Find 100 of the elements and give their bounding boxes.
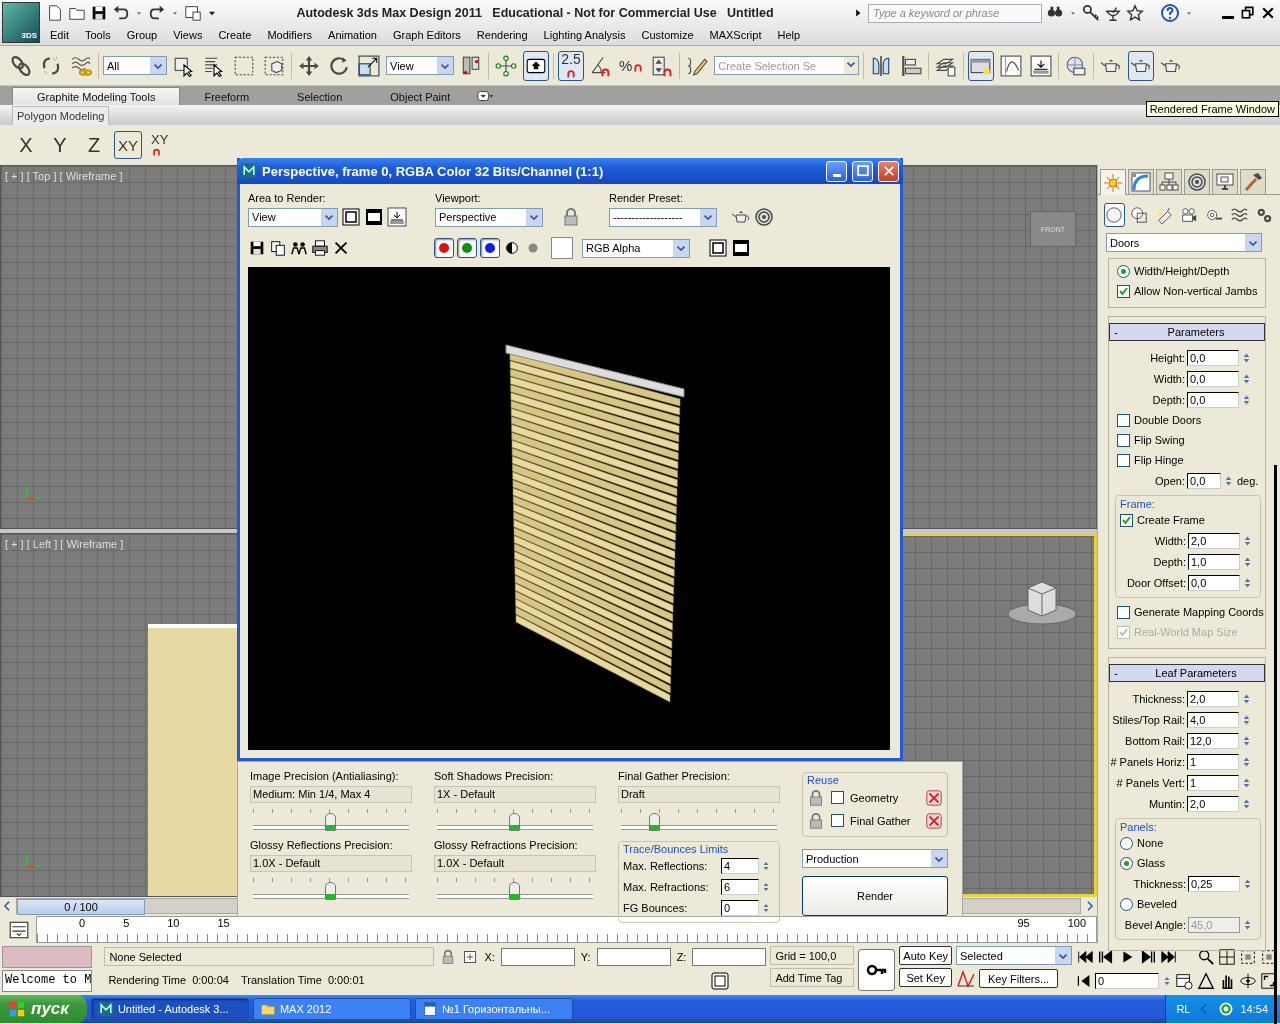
menu-item[interactable]: Customize — [633, 29, 702, 41]
menu-item[interactable]: Views — [165, 29, 211, 41]
number-field[interactable]: 0,0 — [1187, 349, 1239, 366]
search-field[interactable]: Type a keyword or phrase — [868, 3, 1042, 23]
task-label: Untitled - Autodesk 3... — [117, 1003, 229, 1015]
number-field[interactable]: 0,0 — [1187, 370, 1239, 387]
reference-coordinate-dropdown[interactable]: View — [386, 56, 454, 75]
percent-snap-toggle[interactable]: % — [618, 50, 646, 81]
number-field[interactable]: 2,0 — [1187, 795, 1239, 812]
number-field[interactable]: 0,0 — [1187, 391, 1239, 408]
axis-constraint-button[interactable]: Z — [80, 131, 108, 159]
taskbar-button[interactable]: MAX 2012 — [252, 998, 411, 1020]
object-type-dropdown[interactable]: Doors — [1106, 233, 1262, 252]
channel-display-dropdown[interactable]: RGB Alpha — [582, 238, 690, 258]
number-field[interactable]: 6 — [721, 878, 759, 895]
number-field[interactable]: 1,0 — [1188, 553, 1240, 570]
viewport-dropdown[interactable]: Perspective — [435, 207, 543, 227]
ribbon-panel-tab[interactable]: Polygon Modeling — [12, 106, 110, 125]
number-field[interactable]: 12,0 — [1187, 732, 1239, 749]
number-field[interactable]: 0,25 — [1188, 875, 1240, 892]
checkbox-label: Create Frame — [1137, 514, 1205, 526]
field-label: Muntin: — [1147, 797, 1185, 810]
slider-value: Draft — [618, 786, 780, 803]
number-field[interactable]: 1 — [1187, 753, 1239, 770]
ribbon-tab[interactable]: Graphite Modeling Tools — [12, 87, 181, 105]
ribbon-tab[interactable]: Object Paint — [366, 88, 475, 105]
field-label: Area to Render: — [248, 192, 327, 204]
number-field[interactable]: 1 — [1187, 774, 1239, 791]
selection-filter-dropdown[interactable]: All — [103, 56, 167, 75]
menu-item[interactable]: Animation — [320, 29, 385, 41]
coordinate-label: Y: — [580, 950, 591, 963]
frame-counter[interactable]: 0 / 100 — [17, 899, 145, 915]
axis-constraint-button[interactable]: X — [12, 131, 40, 159]
window-title: Autodesk 3ds Max Design 2011 Educational - Not for Commercial Use Untitled — [295, 6, 775, 20]
key-filters-button[interactable]: Key Filters... — [979, 969, 1059, 988]
menu-item[interactable]: Lighting Analysis — [535, 29, 634, 41]
menu-item[interactable]: Help — [769, 29, 809, 41]
auto-key-button[interactable]: Auto Key — [899, 946, 952, 965]
frame-number: 95 — [1017, 917, 1030, 929]
group-title: Panels: — [1119, 821, 1158, 833]
field-label: Open: — [1154, 474, 1185, 487]
menu-item[interactable]: Graph Editors — [384, 29, 469, 41]
area-dropdown[interactable]: View — [248, 207, 338, 227]
render-mode-dropdown[interactable]: Production — [802, 849, 948, 868]
rollout-header[interactable]: - Leaf Parameters — [1109, 664, 1265, 682]
radio-label: Beveled — [1137, 898, 1177, 910]
axis-constraint-button[interactable]: Y — [46, 131, 74, 159]
field-label: Thickness: — [1132, 877, 1186, 890]
checkbox-label: Final Gather — [850, 814, 912, 827]
menu-item[interactable]: Edit — [42, 29, 77, 41]
field-label: FG Bounces: — [623, 901, 689, 914]
menu-item[interactable]: MAXScript — [701, 29, 770, 41]
clock: 14:54 — [1240, 1003, 1268, 1015]
taskbar-button[interactable]: №1 Горизонтальны... — [414, 998, 573, 1020]
checkbox-label: Allow Non-vertical Jambs — [1134, 285, 1258, 297]
radio-label: None — [1137, 837, 1164, 849]
number-field[interactable]: 0,0 — [1188, 574, 1240, 591]
field-label: Depth: — [1151, 393, 1185, 406]
maxscript-output-field[interactable]: Welcome to M — [2, 970, 93, 992]
selection-status: None Selected — [104, 947, 435, 966]
ribbon-tab[interactable]: Freeform — [180, 88, 274, 105]
field-label: Height: — [1149, 351, 1185, 364]
frame-field[interactable]: 0 — [1095, 972, 1159, 989]
taskbar-button[interactable]: Untitled - Autodesk 3... — [90, 998, 249, 1020]
slider-label: Glossy Reflections Precision: — [250, 839, 394, 851]
slider-value: 1X - Default — [434, 786, 596, 803]
menu-item[interactable]: Create — [210, 29, 260, 41]
start-button[interactable]: пуск — [0, 995, 87, 1023]
rollout-header[interactable]: - Parameters — [1109, 323, 1265, 341]
axis-constraint-button[interactable]: XY — [114, 131, 142, 159]
number-field[interactable]: 2,0 — [1188, 532, 1240, 549]
language-indicator[interactable]: RL — [1176, 1003, 1191, 1015]
menu-item[interactable]: Tools — [76, 29, 119, 41]
ribbon-tab[interactable]: Selection — [273, 88, 367, 105]
snap-constraint-button[interactable]: XY — [148, 131, 176, 159]
dialog-title: Perspective, frame 0, RGBA Color 32 Bits/Channel (1:1) — [262, 163, 605, 179]
track-bar[interactable]: 0 5 10 15 95 100 — [36, 916, 1097, 943]
menu-item[interactable]: Modifiers — [259, 29, 321, 41]
app-logo[interactable]: 3DS — [2, 2, 40, 43]
field-label: Viewport: — [435, 192, 482, 204]
snap-toggle[interactable]: 2.5 — [558, 50, 584, 81]
number-field[interactable]: 0 — [721, 899, 759, 916]
add-time-tag[interactable]: Add Time Tag — [770, 968, 855, 987]
menu-item[interactable]: Rendering — [468, 29, 536, 41]
number-field[interactable]: 4 — [721, 857, 759, 874]
slider-value: Medium: Min 1/4, Max 4 — [250, 786, 412, 803]
field-label: Max. Refractions: — [623, 880, 710, 893]
render-button[interactable]: Render — [802, 876, 948, 916]
number-field[interactable]: 2,0 — [1187, 690, 1239, 707]
preset-dropdown[interactable]: ------------------- — [609, 207, 717, 227]
field-label: Door Offset: — [1125, 576, 1186, 589]
number-field[interactable]: 0,0 — [1187, 472, 1221, 489]
key-mode-dropdown[interactable]: Selected — [956, 946, 1072, 965]
frame-number: 15 — [217, 917, 230, 929]
field-label: Bevel Angle: — [1123, 918, 1186, 931]
unit-label: deg. — [1237, 474, 1260, 487]
field-label: Max. Reflections: — [623, 859, 709, 872]
menu-item[interactable]: Group — [118, 29, 166, 41]
set-key-button[interactable]: Set Key — [899, 968, 952, 987]
number-field[interactable]: 4,0 — [1187, 711, 1239, 728]
